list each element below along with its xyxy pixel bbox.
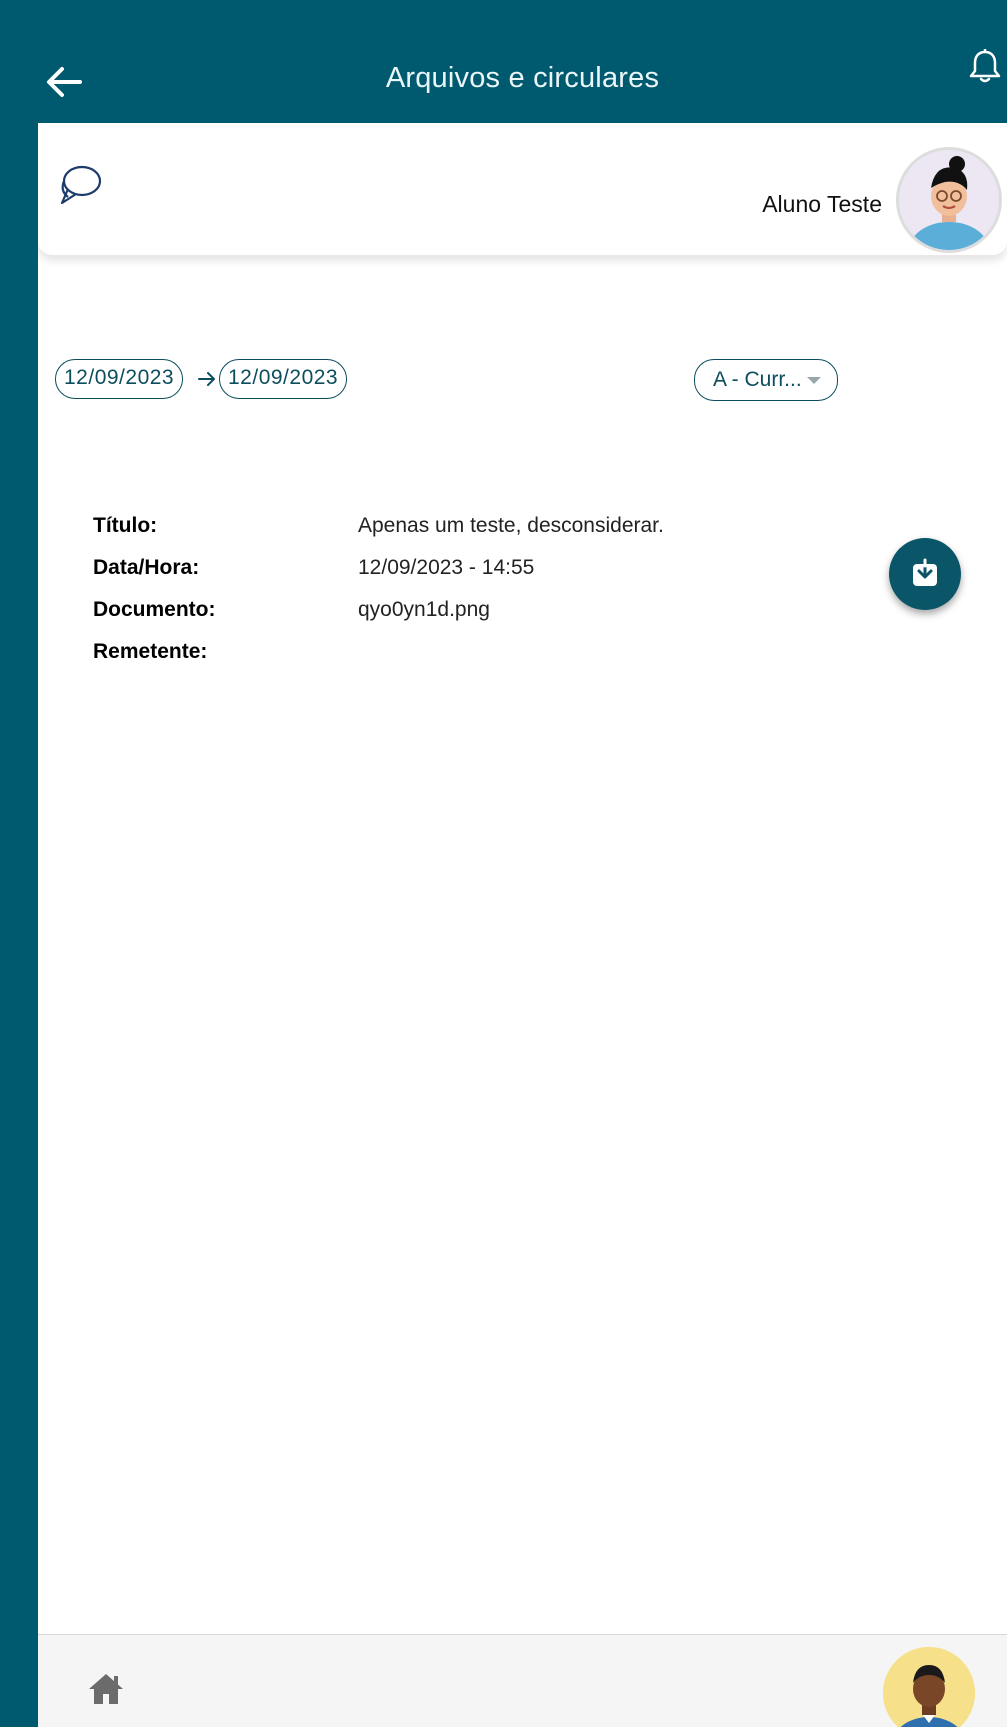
value-document: qyo0yn1d.png bbox=[358, 598, 490, 621]
value-title: Apenas um teste, desconsiderar. bbox=[358, 514, 664, 537]
label-document: Documento: bbox=[93, 598, 216, 621]
bell-icon bbox=[969, 49, 1001, 83]
download-button[interactable] bbox=[889, 538, 961, 610]
chat-bubbles-icon bbox=[60, 165, 102, 205]
home-button[interactable] bbox=[86, 1671, 126, 1707]
notifications-button[interactable] bbox=[967, 46, 1003, 86]
app-screen: Arquivos e circulares Aluno Teste 12/09/… bbox=[38, 14, 1007, 1727]
student-name: Aluno Teste bbox=[762, 191, 882, 217]
date-from-field[interactable]: 12/09/2023 bbox=[55, 359, 184, 399]
chat-button[interactable] bbox=[58, 163, 104, 207]
app-bar: Arquivos e circulares bbox=[38, 14, 1007, 123]
student-card: Aluno Teste bbox=[38, 123, 1007, 255]
date-to-field[interactable]: 12/09/2023 bbox=[219, 359, 348, 399]
label-sender: Remetente: bbox=[93, 640, 208, 663]
frame-border bbox=[0, 0, 30, 1727]
frame-top bbox=[0, 0, 1007, 10]
chevron-down-icon bbox=[807, 377, 821, 384]
student-avatar[interactable] bbox=[896, 147, 1002, 253]
arrow-right-icon bbox=[198, 372, 215, 386]
student-avatar-image bbox=[899, 150, 999, 250]
user-avatar-image bbox=[883, 1647, 975, 1727]
download-icon bbox=[913, 558, 937, 586]
class-select-value: A - Curr... bbox=[713, 368, 802, 391]
page-title: Arquivos e circulares bbox=[385, 62, 660, 94]
user-avatar[interactable] bbox=[883, 1647, 975, 1727]
class-select[interactable]: A - Curr... bbox=[694, 359, 838, 401]
label-title: Título: bbox=[93, 514, 158, 537]
label-datetime: Data/Hora: bbox=[93, 556, 200, 579]
value-datetime: 12/09/2023 - 14:55 bbox=[358, 556, 535, 579]
bottom-nav bbox=[38, 1634, 1007, 1727]
home-icon bbox=[89, 1674, 123, 1704]
